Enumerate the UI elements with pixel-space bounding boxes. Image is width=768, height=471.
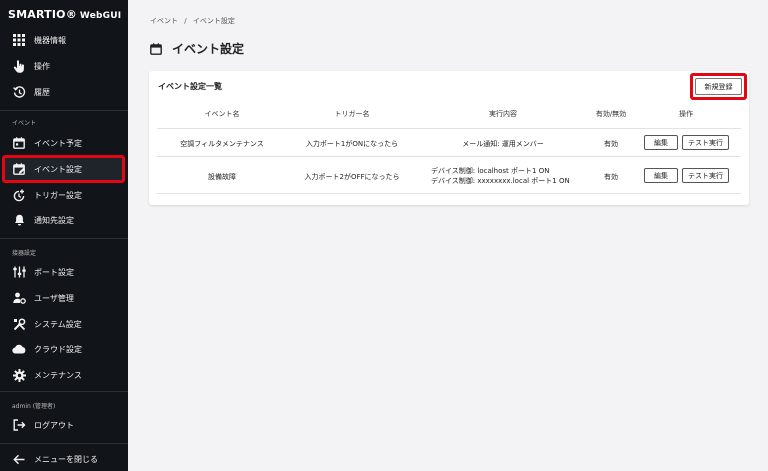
column-header-status: 有効/無効 (595, 110, 627, 118)
logout-icon (12, 418, 26, 432)
sidebar-item-port-settings[interactable]: ポート設定 (4, 261, 124, 283)
cell-status: 有効 (604, 173, 618, 181)
test-run-button[interactable]: テスト実行 (682, 135, 729, 150)
sidebar-item-trigger-settings[interactable]: トリガー設定 (4, 184, 124, 206)
sidebar-item-label: 操作 (34, 61, 50, 71)
table-divider (157, 156, 741, 157)
sidebar-item-label: 履歴 (34, 87, 50, 97)
sidebar-item-history[interactable]: 履歴 (4, 81, 124, 103)
sidebar-item-label: ユーザ管理 (34, 293, 74, 303)
sidebar-item-device-info[interactable]: 機器情報 (4, 29, 124, 51)
cell-event-name: 設備故障 (208, 173, 236, 181)
hand-pointer-icon (12, 59, 26, 73)
grid-icon (12, 33, 26, 47)
breadcrumb-separator: / (184, 17, 187, 25)
cell-action: メール通知: 運用メンバー (462, 140, 544, 148)
cell-trigger-name: 入力ポート2がOFFになったら (304, 173, 400, 181)
page-title: イベント設定 (150, 40, 244, 57)
new-register-button[interactable]: 新規登録 (695, 78, 742, 95)
edit-button[interactable]: 編集 (644, 168, 678, 183)
breadcrumb-current: イベント設定 (192, 17, 235, 25)
column-header-event-name: イベント名 (204, 110, 240, 118)
sidebar-divider (0, 238, 128, 239)
cell-event-name: 空調フィルタメンテナンス (180, 140, 264, 148)
sidebar-item-label: クラウド設定 (34, 344, 82, 354)
gear-icon (12, 368, 26, 382)
sidebar-item-label: システム設定 (34, 319, 82, 329)
cell-trigger-name: 入力ポート1がONになったら (305, 140, 399, 148)
edit-button[interactable]: 編集 (644, 135, 678, 150)
breadcrumb-parent[interactable]: イベント (150, 17, 178, 25)
calendar-edit-icon (150, 42, 162, 55)
column-header-action: 実行内容 (489, 110, 517, 118)
history-icon (12, 85, 26, 99)
column-header-trigger-name: トリガー名 (334, 110, 370, 118)
app-logo: SMARTIO® WebGUI (8, 8, 122, 21)
user-gear-icon (12, 291, 26, 305)
bell-icon (12, 213, 26, 227)
sidebar-item-event-schedule[interactable]: イベント予定 (4, 132, 124, 154)
action-line: デバイス制御: localhost ポート1 ON (431, 167, 550, 175)
sidebar-item-label: メニューを閉じる (34, 454, 98, 464)
sidebar-item-logout[interactable]: ログアウト (4, 414, 124, 436)
cloud-icon (12, 342, 26, 356)
arrow-left-icon (12, 452, 26, 466)
tools-icon (12, 317, 26, 331)
section-label-event: イベント (12, 120, 37, 127)
section-label-device: 接器設定 (12, 250, 37, 257)
sidebar: SMARTIO® WebGUI 機器情報 操作 履歴 イベント イベント予定 イ… (0, 0, 128, 471)
sidebar-item-label: ログアウト (34, 420, 74, 430)
action-line: デバイス制御: xxxxxxxx.local ポート1 ON (431, 177, 570, 185)
breadcrumb: イベント / イベント設定 (150, 16, 235, 26)
sidebar-item-label: メンテナンス (34, 370, 82, 380)
event-settings-card: イベント設定一覧 新規登録 イベント名 トリガー名 実行内容 有効/無効 操作 … (149, 71, 749, 205)
calendar-icon (12, 136, 26, 150)
cell-action: デバイス制御: localhost ポート1 ON デバイス制御: xxxxxx… (431, 166, 570, 186)
trigger-icon (12, 188, 26, 202)
sidebar-divider (0, 110, 128, 111)
sliders-icon (12, 265, 26, 279)
sidebar-item-cloud-settings[interactable]: クラウド設定 (4, 338, 124, 360)
sidebar-item-operation[interactable]: 操作 (4, 55, 124, 77)
cell-status: 有効 (604, 140, 618, 148)
sidebar-item-system-settings[interactable]: システム設定 (4, 313, 124, 335)
highlight-box: 新規登録 (690, 73, 747, 100)
table-divider (157, 128, 741, 129)
sidebar-item-user-management[interactable]: ユーザ管理 (4, 287, 124, 309)
table-divider (157, 193, 741, 194)
page-title-text: イベント設定 (172, 42, 245, 56)
sidebar-item-event-settings[interactable]: イベント設定 (2, 155, 125, 183)
sidebar-item-label: ポート設定 (34, 267, 74, 277)
sidebar-item-label: トリガー設定 (34, 190, 82, 200)
sidebar-divider (0, 391, 128, 392)
highlight-box (2, 155, 125, 183)
sidebar-item-notification[interactable]: 通知先設定 (4, 209, 124, 231)
sidebar-item-label: イベント予定 (34, 138, 82, 148)
close-menu-button[interactable]: メニューを閉じる (4, 448, 124, 470)
test-run-button[interactable]: テスト実行 (682, 168, 729, 183)
current-user-label: admin (管理者) (12, 403, 56, 410)
sidebar-item-label: 機器情報 (34, 35, 66, 45)
sidebar-item-maintenance[interactable]: メンテナンス (4, 364, 124, 386)
column-header-operation: 操作 (679, 110, 693, 118)
sidebar-item-label: 通知先設定 (34, 215, 74, 225)
card-title: イベント設定一覧 (158, 82, 222, 91)
sidebar-divider (0, 443, 128, 444)
